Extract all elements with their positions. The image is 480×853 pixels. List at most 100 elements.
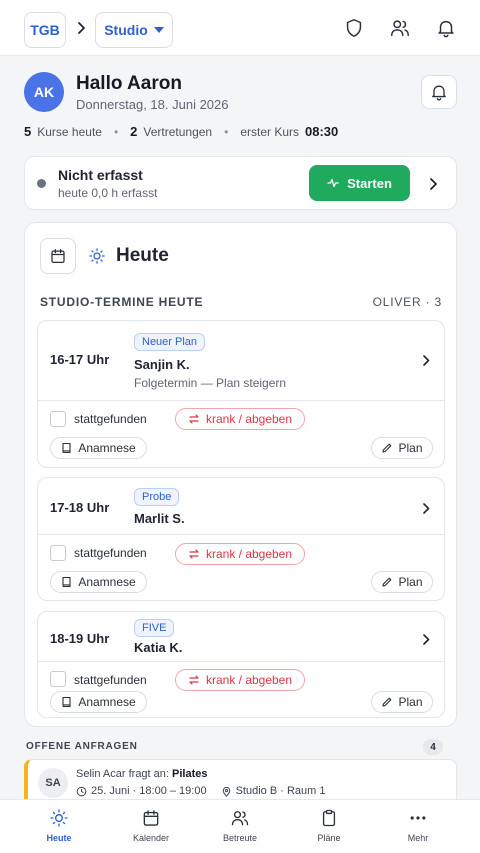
subs-count: 2 [130, 124, 138, 139]
start-label: Starten [347, 175, 392, 191]
pencil-icon [382, 697, 392, 707]
nav-item-heute[interactable]: Heute [19, 808, 99, 843]
bottom-navigation: Heute Kalender Betreute Pläne Mehr [0, 799, 480, 853]
book-icon [62, 442, 71, 454]
sick-label: krank / abgeben [205, 547, 293, 561]
appointment-card[interactable]: 16-17 Uhr Neuer Plan Sanjin K. Folgeterm… [37, 320, 445, 468]
nav-item-mehr[interactable]: Mehr [378, 808, 458, 843]
users-icon [231, 811, 249, 826]
requests-count-badge: 4 [423, 739, 443, 755]
greeting-date: Donnerstag, 18. Juni 2026 [76, 97, 229, 112]
courses-label: Kurse heute [37, 124, 102, 139]
book-icon [62, 696, 71, 708]
divider [38, 534, 444, 535]
time-tracking-card[interactable]: Nicht erfasst heute 0,0 h erfasst Starte… [24, 156, 457, 210]
nav-label: Mehr [407, 833, 429, 843]
request-location: Studio B · Raum 1 [235, 785, 326, 797]
anamnesis-label: Anamnese [78, 441, 136, 455]
request-time: 25. Juni · 18:00 – 19:00 [91, 785, 207, 797]
client-name: Marlit S. [134, 511, 185, 526]
greeting-title: Hallo Aaron [76, 73, 182, 94]
request-summary: Selin Acar fragt an: Pilates [76, 768, 207, 780]
chevron-right-icon[interactable] [422, 502, 430, 515]
plan-label: Plan [398, 695, 423, 709]
appointment-badge: Probe [134, 488, 180, 506]
sick-handover-button[interactable]: krank / abgeben [175, 669, 305, 691]
anamnesis-button[interactable]: Anamnese [50, 437, 147, 459]
calendar-icon [143, 810, 159, 826]
calendar-icon [51, 248, 65, 264]
plan-label: Plan [398, 441, 423, 455]
plan-button[interactable]: Plan [371, 691, 433, 713]
nav-item-kalender[interactable]: Kalender [111, 808, 191, 843]
appointment-badge: Neuer Plan [134, 333, 206, 351]
sick-handover-button[interactable]: krank / abgeben [175, 543, 305, 565]
plan-label: Plan [398, 575, 423, 589]
appointment-card[interactable]: 17-18 Uhr Probe Marlit S. stattgefunden … [37, 477, 445, 601]
attended-checkbox[interactable] [50, 671, 66, 687]
avatar-initials: AK [33, 84, 55, 100]
chevron-right-icon[interactable] [428, 176, 438, 192]
anamnesis-label: Anamnese [78, 575, 136, 589]
anamnesis-label: Anamnese [78, 695, 136, 709]
nav-label: Kalender [132, 833, 170, 843]
notifications-button[interactable] [421, 75, 457, 109]
caret-down-icon [153, 27, 164, 33]
first-course-label: erster Kurs [240, 124, 299, 139]
top-bar: TGB Studio [0, 0, 480, 56]
org-label: TGB [30, 22, 60, 38]
clipboard-icon [322, 809, 336, 827]
pencil-icon [382, 443, 392, 453]
stats-row: 5 Kurse heute • 2 Vertretungen • erster … [24, 124, 338, 139]
chevron-right-icon[interactable] [422, 354, 430, 367]
bell-icon [432, 85, 446, 101]
trainer-count: OLIVER · 3 [372, 295, 442, 309]
request-details: 25. Juni · 18:00 – 19:00 Studio B · Raum… [76, 785, 325, 797]
today-title: Heute [116, 245, 169, 266]
pencil-icon [382, 577, 392, 587]
chevron-right-icon[interactable] [422, 633, 430, 646]
requester-name: Selin Acar [76, 768, 126, 780]
first-course-time: 08:30 [305, 124, 339, 139]
attended-checkbox[interactable] [50, 411, 66, 427]
start-button[interactable]: Starten [309, 165, 410, 201]
calendar-button[interactable] [40, 238, 76, 274]
request-verb: fragt an: [128, 768, 169, 780]
client-name: Katia K. [134, 640, 183, 655]
requests-label: OFFENE ANFRAGEN [26, 741, 138, 752]
plan-button[interactable]: Plan [371, 437, 433, 459]
divider [38, 400, 444, 401]
appointment-card[interactable]: 18-19 Uhr FIVE Katia K. stattgefunden kr… [37, 611, 445, 718]
nav-label: Betreute [222, 833, 258, 843]
nav-item-plaene[interactable]: Pläne [289, 808, 369, 843]
clock-icon [76, 786, 87, 796]
avatar[interactable]: AK [24, 72, 64, 112]
bell-icon[interactable] [435, 17, 457, 39]
anamnesis-button[interactable]: Anamnese [50, 691, 147, 713]
swap-icon [189, 414, 199, 424]
studio-select[interactable]: Studio [95, 12, 173, 48]
swap-icon [189, 675, 199, 685]
sick-label: krank / abgeben [205, 412, 293, 426]
plan-button[interactable]: Plan [371, 571, 433, 593]
divider [38, 661, 444, 662]
anamnesis-button[interactable]: Anamnese [50, 571, 147, 593]
sick-handover-button[interactable]: krank / abgeben [175, 408, 305, 430]
status-dot [37, 179, 46, 188]
attended-checkbox[interactable] [50, 545, 66, 561]
subs-label: Vertretungen [143, 124, 213, 139]
location-pin-icon [222, 786, 230, 797]
sick-label: krank / abgeben [205, 673, 293, 687]
shield-icon[interactable] [343, 17, 365, 39]
appointment-note: Folgetermin — Plan steigern [134, 376, 287, 390]
sun-icon [50, 809, 68, 827]
book-icon [62, 576, 71, 588]
more-icon [410, 816, 426, 820]
tracking-title: Nicht erfasst [58, 167, 143, 183]
nav-item-betreute[interactable]: Betreute [200, 808, 280, 843]
users-icon[interactable] [389, 17, 411, 39]
client-name: Sanjin K. [134, 357, 190, 372]
appointment-badge: FIVE [134, 619, 175, 637]
attended-label: stattgefunden [74, 546, 147, 560]
org-switcher-button[interactable]: TGB [24, 12, 66, 48]
